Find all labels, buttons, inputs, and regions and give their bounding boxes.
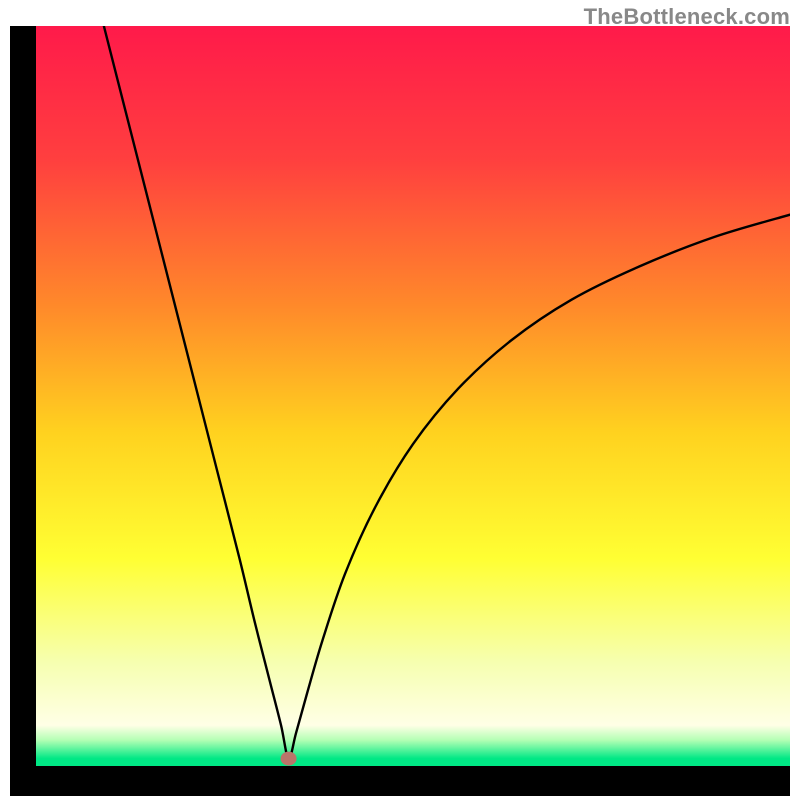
chart-stage: TheBottleneck.com — [0, 0, 800, 800]
optimum-marker — [281, 752, 297, 766]
chart-svg — [36, 26, 790, 766]
gradient-background — [36, 26, 790, 766]
plot-area — [36, 26, 790, 766]
plot-frame — [10, 26, 790, 796]
